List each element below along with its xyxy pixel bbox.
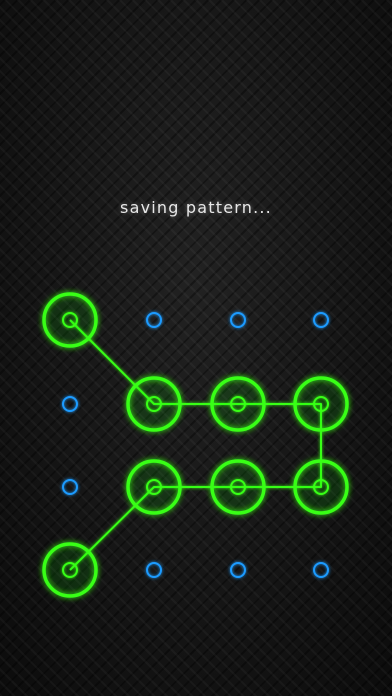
pattern-node-r2-c4-selected[interactable] xyxy=(293,376,349,432)
pattern-node-ring xyxy=(293,376,349,432)
pattern-node-r3-c1[interactable] xyxy=(62,479,78,495)
pattern-node-dot xyxy=(62,479,78,495)
pattern-node-dot xyxy=(313,312,329,328)
pattern-node-ring xyxy=(42,542,98,598)
pattern-node-r4-c4[interactable] xyxy=(313,562,329,578)
pattern-node-ring xyxy=(210,376,266,432)
pattern-node-ring xyxy=(293,459,349,515)
pattern-node-r3-c4-selected[interactable] xyxy=(293,459,349,515)
pattern-node-r2-c2-selected[interactable] xyxy=(126,376,182,432)
pattern-node-ring xyxy=(210,459,266,515)
pattern-node-r4-c3[interactable] xyxy=(230,562,246,578)
pattern-node-r3-c3-selected[interactable] xyxy=(210,459,266,515)
pattern-nodes xyxy=(42,292,349,598)
pattern-node-r2-c3-selected[interactable] xyxy=(210,376,266,432)
pattern-node-r4-c2[interactable] xyxy=(146,562,162,578)
pattern-node-r1-c4[interactable] xyxy=(313,312,329,328)
pattern-grid[interactable] xyxy=(0,0,392,696)
pattern-node-ring xyxy=(126,459,182,515)
pattern-node-r1-c3[interactable] xyxy=(230,312,246,328)
pattern-node-dot xyxy=(146,312,162,328)
pattern-node-dot xyxy=(230,312,246,328)
pattern-node-r3-c2-selected[interactable] xyxy=(126,459,182,515)
pattern-node-dot xyxy=(313,562,329,578)
pattern-path xyxy=(69,319,322,571)
pattern-lock-screen: saving pattern... xyxy=(0,0,392,696)
pattern-node-dot xyxy=(146,562,162,578)
pattern-node-r4-c1-selected[interactable] xyxy=(42,542,98,598)
pattern-node-ring xyxy=(126,376,182,432)
pattern-node-dot xyxy=(62,396,78,412)
pattern-node-r2-c1[interactable] xyxy=(62,396,78,412)
pattern-node-r1-c1-selected[interactable] xyxy=(42,292,98,348)
pattern-path-line xyxy=(69,319,322,571)
pattern-node-ring xyxy=(42,292,98,348)
pattern-node-r1-c2[interactable] xyxy=(146,312,162,328)
pattern-node-dot xyxy=(230,562,246,578)
